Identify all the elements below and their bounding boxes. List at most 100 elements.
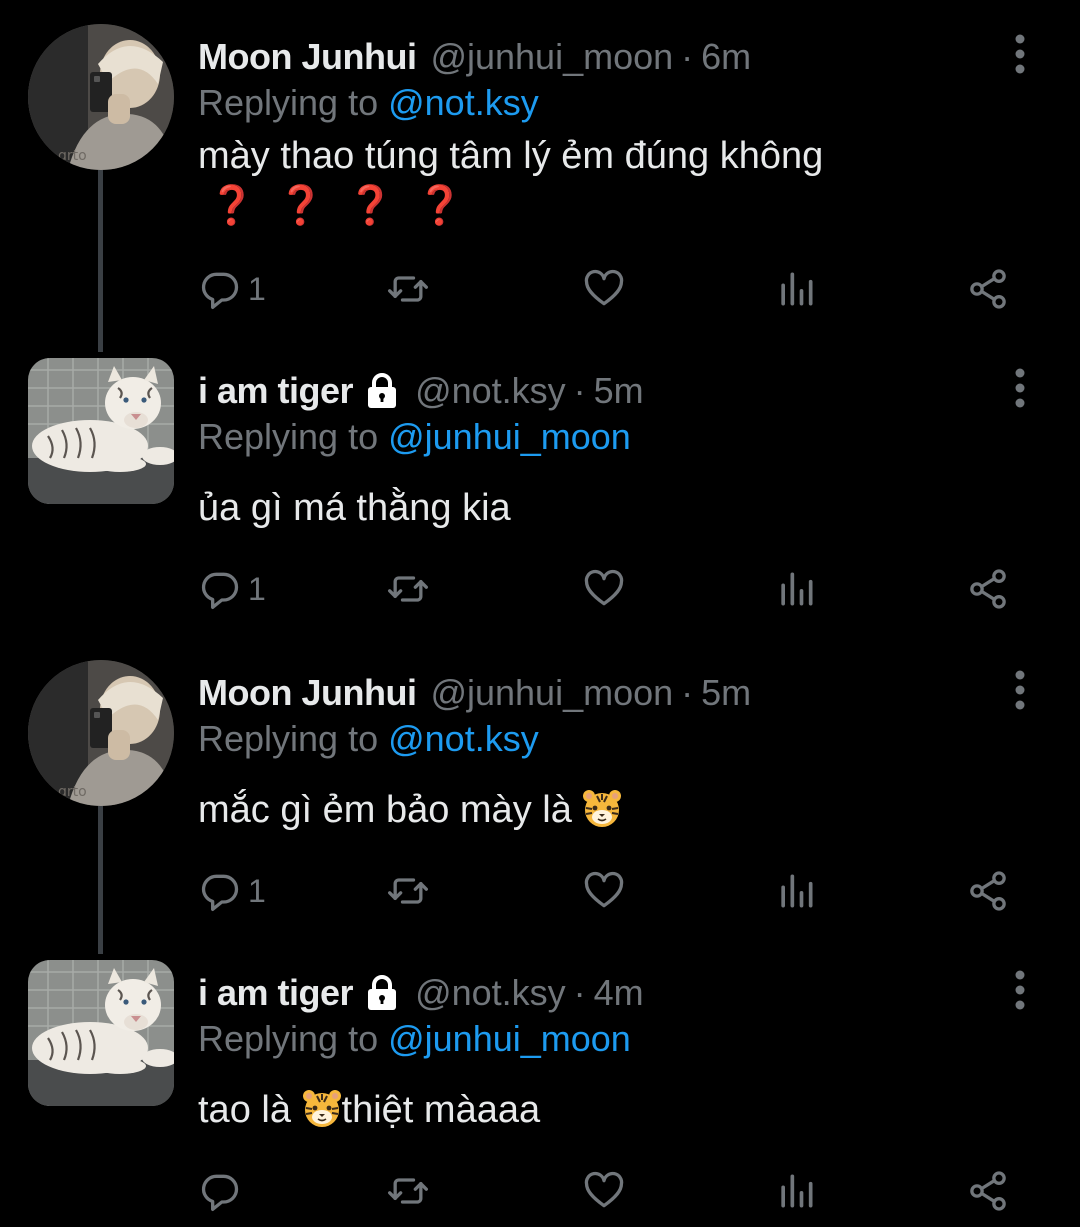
avatar[interactable] (28, 660, 174, 806)
display-name[interactable]: Moon Junhui (198, 672, 417, 714)
more-vertical-icon[interactable] (1005, 32, 1035, 76)
reply-button[interactable]: 1 (198, 564, 266, 614)
retweet-icon (386, 1169, 430, 1213)
reply-button[interactable]: 1 (198, 264, 266, 314)
more-vertical-icon[interactable] (1005, 968, 1035, 1012)
heart-icon (582, 1169, 626, 1213)
like-button[interactable] (582, 866, 626, 916)
replying-to: Replying to @junhui_moon (198, 1018, 631, 1060)
like-button[interactable] (582, 564, 626, 614)
reply-button[interactable] (198, 1166, 248, 1216)
share-button[interactable] (966, 264, 1010, 314)
views-button[interactable] (774, 264, 818, 314)
separator-dot: · (681, 36, 694, 77)
retweet-icon (386, 869, 430, 913)
retweet-button[interactable] (386, 866, 430, 916)
retweet-icon (386, 567, 430, 611)
tweet-text: mắc gì ẻm bảo mày là (198, 786, 622, 834)
reply-icon (198, 869, 242, 913)
reply-icon (198, 567, 242, 611)
share-button[interactable] (966, 1166, 1010, 1216)
display-name[interactable]: i am tiger (198, 972, 354, 1014)
reply-thread: Moon Junhui @junhui_moon · 6m Replying t… (0, 0, 1080, 1227)
reply-icon (198, 1169, 242, 1213)
tiger-face-emoji (582, 788, 622, 828)
avatar[interactable] (28, 960, 174, 1106)
timestamp[interactable]: 6m (701, 36, 751, 78)
share-button[interactable] (966, 564, 1010, 614)
views-button[interactable] (774, 564, 818, 614)
replying-to-label: Replying to (198, 1018, 389, 1059)
reply-button[interactable]: 1 (198, 866, 266, 916)
reply-icon (198, 267, 242, 311)
person-avatar-image (28, 24, 174, 170)
more-vertical-icon[interactable] (1005, 668, 1035, 712)
retweet-button[interactable] (386, 264, 430, 314)
tweet-text-before: tao là (198, 1089, 291, 1131)
like-button[interactable] (582, 264, 626, 314)
user-handle[interactable]: @not.ksy (415, 972, 566, 1014)
replying-to-label: Replying to (198, 718, 389, 759)
retweet-icon (386, 267, 430, 311)
display-name[interactable]: i am tiger (198, 370, 354, 412)
heart-icon (582, 567, 626, 611)
replying-to-label: Replying to (198, 416, 389, 457)
share-icon (966, 1169, 1010, 1213)
tweet[interactable]: i am tiger @not.ksy · 4m Replying to @ju… (0, 948, 1080, 1227)
separator-dot: · (681, 672, 694, 713)
timestamp[interactable]: 4m (594, 972, 644, 1014)
display-name[interactable]: Moon Junhui (198, 36, 417, 78)
replying-to-label: Replying to (198, 82, 389, 123)
tiger-face-emoji (302, 1088, 342, 1128)
views-button[interactable] (774, 1166, 818, 1216)
share-icon (966, 567, 1010, 611)
white-tiger-avatar-image (28, 960, 174, 1106)
avatar[interactable] (28, 358, 174, 504)
user-handle[interactable]: @not.ksy (415, 370, 566, 412)
tweet-text: tao là thiệt màaaa (198, 1086, 540, 1134)
tweet-actions: 1 (198, 866, 1028, 916)
separator-dot: · (573, 370, 586, 411)
mention-link[interactable]: @junhui_moon (388, 416, 631, 457)
retweet-button[interactable] (386, 1166, 430, 1216)
tweet-actions (198, 1166, 1028, 1216)
tweet-header: Moon Junhui @junhui_moon · 5m (198, 670, 751, 716)
avatar[interactable] (28, 24, 174, 170)
views-button[interactable] (774, 866, 818, 916)
retweet-button[interactable] (386, 564, 430, 614)
person-avatar-image (28, 660, 174, 806)
share-icon (966, 267, 1010, 311)
views-icon (774, 1169, 818, 1213)
mention-link[interactable]: @junhui_moon (388, 1018, 631, 1059)
tweet[interactable]: i am tiger @not.ksy · 5m Replying to @ju… (0, 346, 1080, 646)
tweet-actions: 1 (198, 564, 1028, 614)
share-icon (966, 869, 1010, 913)
heart-icon (582, 869, 626, 913)
question-marks-emoji: ❓❓❓❓ (208, 185, 486, 227)
tweet-text: ủa gì má thằng kia (198, 484, 511, 532)
more-vertical-icon[interactable] (1005, 366, 1035, 410)
timestamp[interactable]: 5m (701, 672, 751, 714)
views-icon (774, 567, 818, 611)
lock-icon (363, 974, 401, 1012)
tweet-text-line: mày thao túng tâm lý ẻm đúng không (198, 135, 824, 177)
views-icon (774, 267, 818, 311)
mention-link[interactable]: @not.ksy (388, 718, 539, 759)
heart-icon (582, 267, 626, 311)
user-handle[interactable]: @junhui_moon (430, 36, 673, 78)
tweet-text: mày thao túng tâm lý ẻm đúng không ❓❓❓❓ (198, 132, 823, 230)
reply-count: 1 (248, 872, 266, 909)
user-handle[interactable]: @junhui_moon (430, 672, 673, 714)
tweet-text-after: thiệt màaaa (341, 1089, 541, 1131)
tweet-header: i am tiger @not.ksy · 4m (198, 970, 644, 1016)
tweet[interactable]: Moon Junhui @junhui_moon · 6m Replying t… (0, 12, 1080, 342)
tweet-header: Moon Junhui @junhui_moon · 6m (198, 34, 751, 80)
mention-link[interactable]: @not.ksy (388, 82, 539, 123)
tweet[interactable]: Moon Junhui @junhui_moon · 5m Replying t… (0, 648, 1080, 948)
share-button[interactable] (966, 866, 1010, 916)
replying-to: Replying to @not.ksy (198, 82, 539, 124)
white-tiger-avatar-image (28, 358, 174, 504)
like-button[interactable] (582, 1166, 626, 1216)
timestamp[interactable]: 5m (594, 370, 644, 412)
replying-to: Replying to @not.ksy (198, 718, 539, 760)
